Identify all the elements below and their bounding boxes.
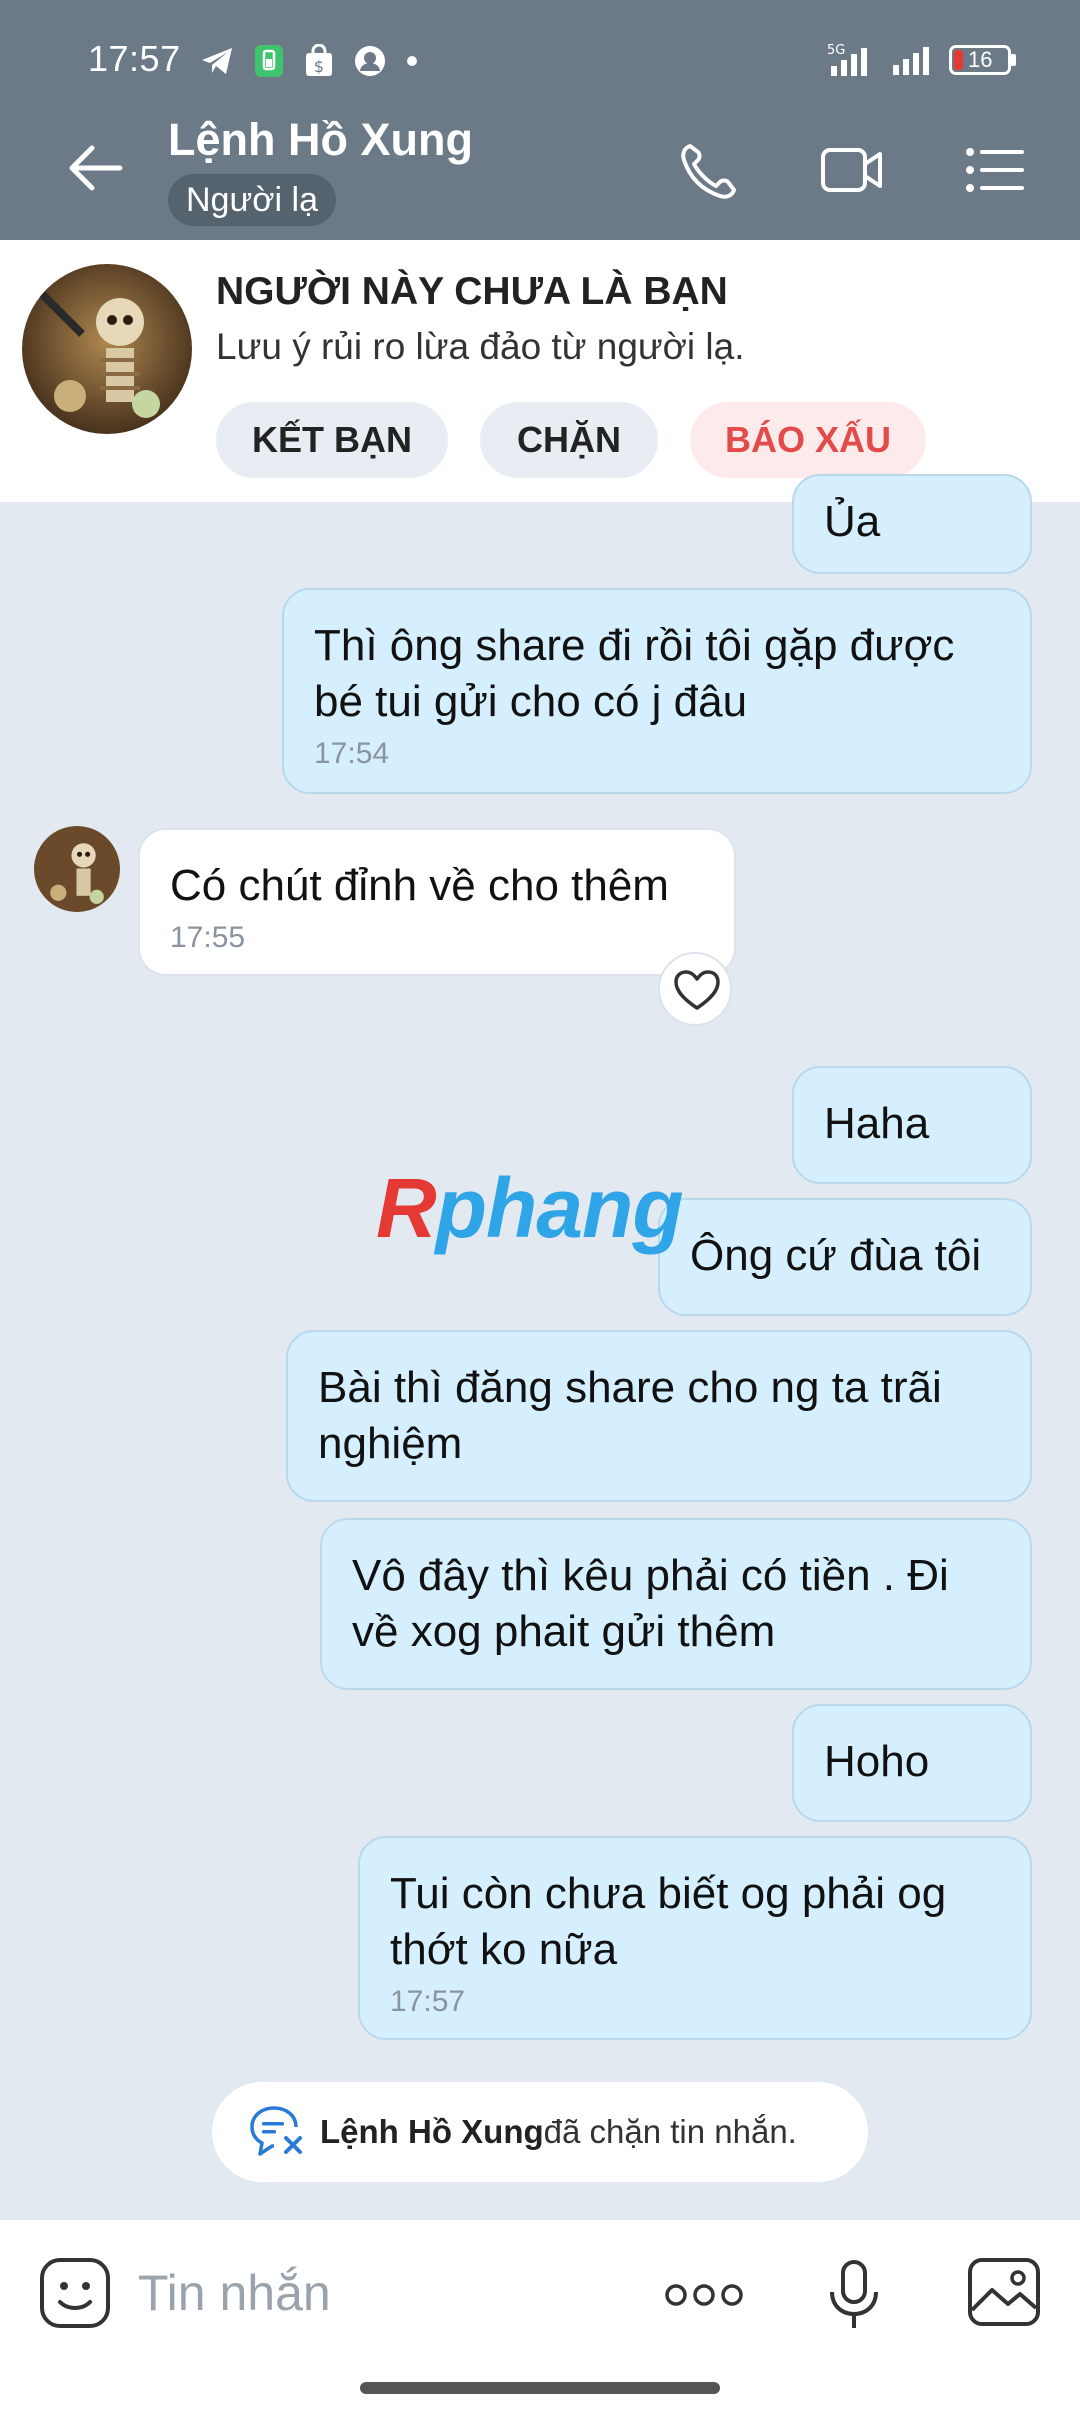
status-bar: 17:57 $ 5G 16 xyxy=(0,0,1080,96)
message-text: Thì ông share đi rồi tôi gặp được bé tui… xyxy=(314,621,955,726)
message-time: 17:54 xyxy=(314,737,390,770)
add-friend-button[interactable]: KẾT BẠN xyxy=(216,402,448,478)
message-bubble-sent[interactable]: Bài thì đăng share cho ng ta trãi nghiệm xyxy=(286,1330,1032,1502)
battery-saver-icon xyxy=(255,45,283,77)
scam-warning-note: Lưu ý rủi ro lừa đảo từ người lạ. xyxy=(216,326,745,367)
message-bubble-sent[interactable]: Tui còn chưa biết og phải og thớt ko nữa… xyxy=(358,1836,1032,2040)
notification-icons: $ xyxy=(200,44,418,78)
message-text: Ông cứ đùa tôi xyxy=(690,1231,982,1280)
message-text: Haha xyxy=(824,1099,930,1148)
message-time: 17:57 xyxy=(390,1985,466,2018)
message-bubble-sent[interactable]: Hoho xyxy=(792,1704,1032,1822)
message-text: Ủa xyxy=(824,497,881,546)
video-call-icon[interactable] xyxy=(820,140,884,200)
message-time: 17:55 xyxy=(170,921,246,954)
message-bubble-sent[interactable]: Vô đây thì kêu phải có tiền . Đi về xog … xyxy=(320,1518,1032,1690)
shopping-bag-icon: $ xyxy=(306,44,332,76)
sender-avatar[interactable] xyxy=(34,826,120,912)
watermark-logo: Rphang xyxy=(376,1161,684,1255)
message-text: Bài thì đăng share cho ng ta trãi nghiệm xyxy=(318,1363,942,1468)
blocked-notice-name: Lệnh Hồ Xung xyxy=(320,2113,544,2150)
dot-icon xyxy=(407,56,417,66)
sticker-emoji-icon[interactable] xyxy=(38,2256,112,2330)
not-friend-title: NGƯỜI NÀY CHƯA LÀ BẠN xyxy=(216,270,728,313)
signal-icon xyxy=(893,47,929,75)
message-text: Có chút đỉnh về cho thêm xyxy=(170,861,669,910)
battery-level: 16 xyxy=(968,47,993,72)
report-button[interactable]: BÁO XẤU xyxy=(690,402,926,478)
image-gallery-icon[interactable] xyxy=(966,2256,1042,2328)
message-blocked-icon xyxy=(250,2106,302,2156)
heart-icon xyxy=(674,970,720,1010)
message-bubble-sent[interactable]: Ông cứ đùa tôi xyxy=(658,1198,1032,1316)
react-heart-button[interactable] xyxy=(658,952,732,1026)
stranger-badge: Người lạ xyxy=(168,174,336,226)
message-bubble-sent[interactable]: Ủa xyxy=(792,474,1032,574)
back-arrow-icon[interactable] xyxy=(62,136,126,200)
message-text: Hoho xyxy=(824,1737,930,1786)
chat-title[interactable]: Lệnh Hồ Xung xyxy=(168,114,473,166)
telegram-icon xyxy=(202,48,232,74)
message-text: Tui còn chưa biết og phải og thớt ko nữa xyxy=(390,1869,947,1974)
phone-call-icon[interactable] xyxy=(676,140,740,200)
more-options-icon[interactable] xyxy=(664,2282,744,2308)
battery-indicator: 16 xyxy=(949,45,1016,75)
block-button[interactable]: CHẶN xyxy=(480,402,658,478)
signal-5g-icon: 5G xyxy=(827,43,867,76)
message-input-bar: Tin nhắn xyxy=(0,2218,1080,2412)
chat-header: Lệnh Hồ Xung Người lạ xyxy=(0,96,1080,240)
blocked-notice-text: đã chặn tin nhắn. xyxy=(543,2113,797,2150)
message-bubble-sent[interactable]: Haha xyxy=(792,1066,1032,1184)
system-status: 5G 16 xyxy=(813,42,1016,78)
home-indicator[interactable] xyxy=(360,2382,720,2394)
message-text: Vô đây thì kêu phải có tiền . Đi về xog … xyxy=(352,1551,949,1656)
blocked-notice: Lệnh Hồ Xung đã chặn tin nhắn. xyxy=(212,2082,868,2182)
message-bubble-sent[interactable]: Thì ông share đi rồi tôi gặp được bé tui… xyxy=(282,588,1032,794)
svg-text:$: $ xyxy=(314,57,324,76)
network-label: 5G xyxy=(827,43,845,58)
menu-list-icon[interactable] xyxy=(964,140,1028,200)
status-time: 17:57 xyxy=(88,38,181,79)
message-bubble-received[interactable]: Có chút đỉnh về cho thêm 17:55 xyxy=(138,828,736,976)
profile-icon xyxy=(355,46,385,76)
stranger-warning-card: NGƯỜI NÀY CHƯA LÀ BẠN Lưu ý rủi ro lừa đ… xyxy=(0,240,1080,502)
microphone-icon[interactable] xyxy=(826,2258,882,2332)
message-input[interactable]: Tin nhắn xyxy=(138,2264,331,2322)
contact-avatar[interactable] xyxy=(22,264,192,434)
